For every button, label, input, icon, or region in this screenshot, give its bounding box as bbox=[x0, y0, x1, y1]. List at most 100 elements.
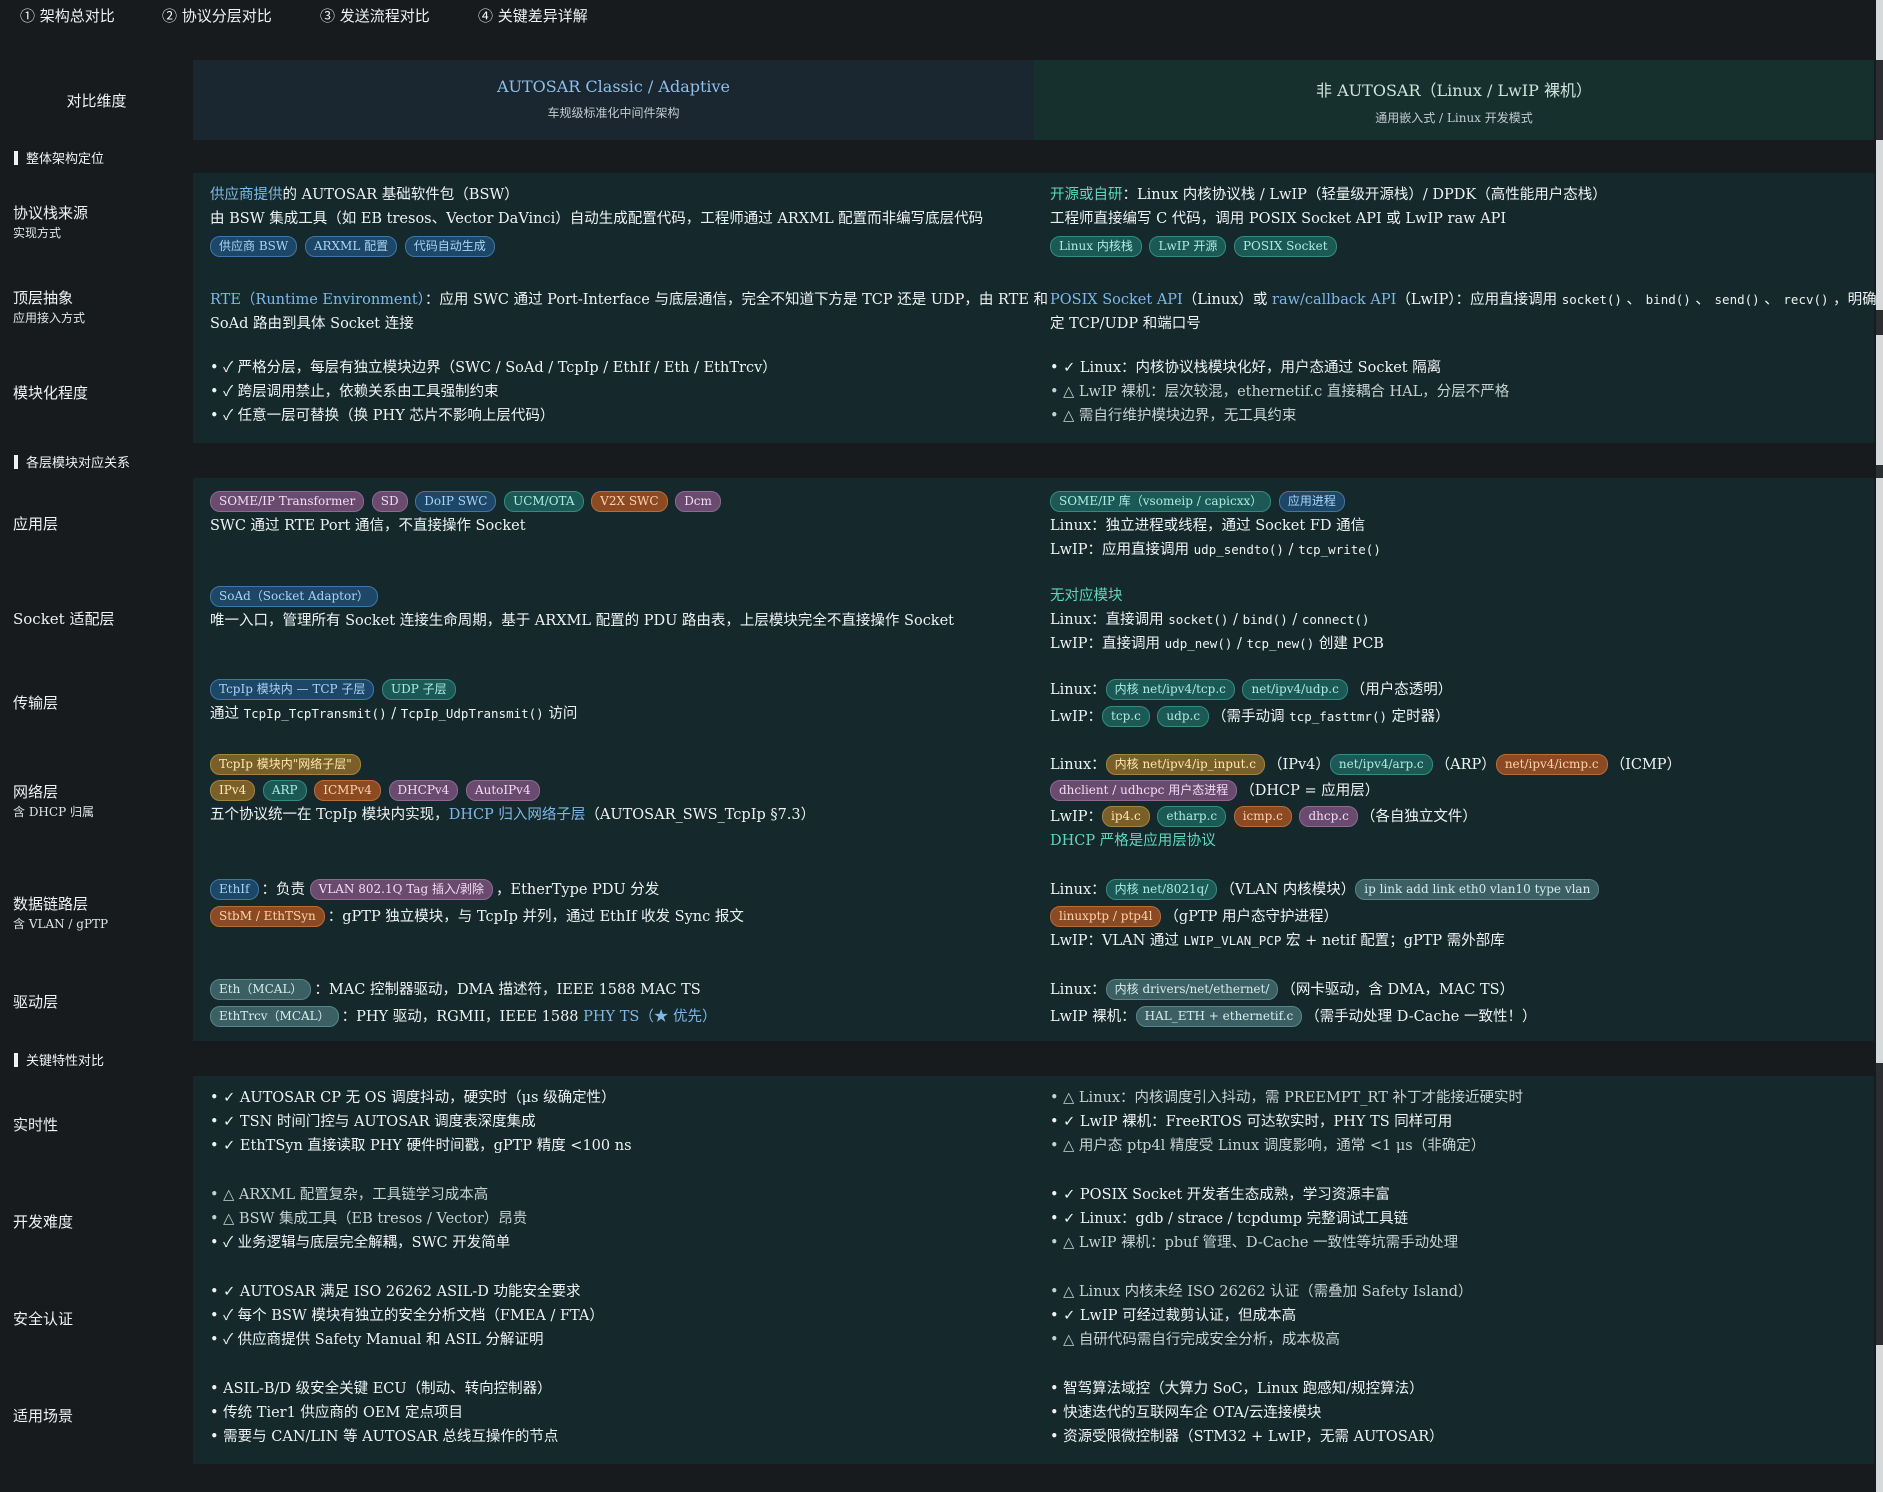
separator: 、 bbox=[1621, 292, 1646, 308]
cell-realtime-autosar: ✓ AUTOSAR CP 无 OS 调度抖动，硬实时（μs 级确定性） ✓ TS… bbox=[210, 1086, 631, 1158]
cell-text: （用户态透明） bbox=[1350, 682, 1453, 698]
row-label-abstract: 顶层抽象 应用接入方式 bbox=[13, 288, 85, 328]
tag: ARP bbox=[262, 780, 307, 801]
tag: LwIP 开源 bbox=[1149, 236, 1227, 257]
row-label-network: 网络层 含 DHCP 归属 bbox=[13, 782, 94, 822]
cell-difficulty-non-autosar: ✓ POSIX Socket 开发者生态成熟，学习资源丰富 ✓ Linux：gd… bbox=[1050, 1183, 1458, 1255]
row-label-safety: 安全认证 bbox=[13, 1309, 73, 1329]
cell-socket-non-autosar: 无对应模块 Linux：直接调用 socket() / bind() / con… bbox=[1050, 584, 1384, 656]
list-item: ✓ LwIP 可经过裁剪认证，但成本高 bbox=[1050, 1304, 1473, 1328]
tag: etharp.c bbox=[1157, 806, 1227, 827]
tag: 内核 drivers/net/ethernet/ bbox=[1105, 979, 1279, 1000]
cell-text: Linux： bbox=[1050, 682, 1106, 698]
tag: Eth（MCAL） bbox=[210, 979, 312, 1000]
cell-text: ：gPTP 独立模块，与 TcpIp 并列，通过 EthIf 收发 Sync 报… bbox=[327, 909, 744, 925]
page-scrollbar[interactable] bbox=[1876, 0, 1883, 1492]
highlight-text: raw/callback API bbox=[1272, 292, 1397, 308]
tag: ip4.c bbox=[1102, 806, 1150, 827]
tag: HAL_ETH + ethernetif.c bbox=[1135, 1006, 1303, 1027]
cell-text: 由 BSW 集成工具（如 EB tresos、Vector DaVinci）自动… bbox=[210, 211, 984, 227]
tag: TcpIp 模块内"网络子层" bbox=[210, 754, 361, 775]
cell-datalink-non-autosar: Linux： 内核 net/8021q/（VLAN 内核模块） ip link ad… bbox=[1050, 878, 1602, 953]
cell-text: （ARP） bbox=[1435, 757, 1496, 773]
row-label-text: Socket 适配层 bbox=[13, 610, 115, 628]
list-item: ✓ AUTOSAR 满足 ISO 26262 ASIL-D 功能安全要求 bbox=[210, 1280, 604, 1304]
tag: TcpIp 模块内 — TCP 子层 bbox=[210, 679, 375, 700]
cell-text: ，EtherType PDU 分发 bbox=[496, 882, 660, 898]
non-autosar-subtitle: 通用嵌入式 / Linux 开发模式 bbox=[1375, 111, 1533, 125]
cell-text: LwIP：应用直接调用 bbox=[1050, 542, 1194, 558]
tag: 内核 net/8021q/ bbox=[1105, 879, 1218, 900]
row-label-realtime: 实时性 bbox=[13, 1115, 58, 1135]
cell-text: SWC 通过 RTE Port 通信，不直接操作 Socket bbox=[210, 518, 526, 534]
separator: 、 bbox=[1759, 292, 1784, 308]
code-text: tcp_new() bbox=[1246, 636, 1315, 651]
tag: IPv4 bbox=[210, 780, 256, 801]
cell-text: （gPTP 用户态守护进程） bbox=[1164, 909, 1338, 925]
tab-protocol-layers[interactable]: ② 协议分层对比 bbox=[162, 5, 272, 26]
separator: / bbox=[386, 706, 401, 722]
scrollbar-thumb[interactable] bbox=[1876, 478, 1883, 1063]
cell-modular-non-autosar: ✓ Linux：内核协议栈模块化好，用户态通过 Socket 隔离 △ LwIP… bbox=[1050, 356, 1509, 428]
tab-key-differences[interactable]: ④ 关键差异详解 bbox=[478, 5, 588, 26]
cell-abstract-non-autosar: POSIX Socket API（Linux）或 raw/callback AP… bbox=[1050, 288, 1883, 336]
cell-text: Linux： bbox=[1050, 882, 1106, 898]
scrollbar-thumb[interactable] bbox=[1876, 335, 1883, 465]
tab-architecture[interactable]: ① 架构总对比 bbox=[20, 5, 115, 26]
tag: icmp.c bbox=[1233, 806, 1292, 827]
code-text: LWIP_VLAN_PCP bbox=[1183, 933, 1282, 948]
list-item: ✓ 业务逻辑与底层完全解耦，SWC 开发简单 bbox=[210, 1231, 527, 1255]
cell-text: （网卡驱动，含 DMA，MAC TS） bbox=[1281, 982, 1515, 998]
cell-safety-non-autosar: △ Linux 内核未经 ISO 26262 认证（需叠加 Safety Isl… bbox=[1050, 1280, 1473, 1352]
code-text: bind() bbox=[1242, 612, 1288, 627]
column-header-autosar: AUTOSAR Classic / Adaptive 车规级标准化中间件架构 bbox=[193, 60, 1034, 140]
row-label-datalink: 数据链路层 含 VLAN / gPTP bbox=[13, 894, 108, 934]
list-item: △ 用户态 ptp4l 精度受 Linux 调度影响，通常 <1 μs（非确定） bbox=[1050, 1134, 1523, 1158]
cell-socket-autosar: SoAd（Socket Adaptor） 唯一入口，管理所有 Socket 连接… bbox=[210, 585, 954, 633]
cell-network-autosar: TcpIp 模块内"网络子层" IPv4 ARP ICMPv4 DHCPv4 A… bbox=[210, 753, 815, 827]
highlight-text: 无对应模块 bbox=[1050, 588, 1123, 604]
cell-text: ：MAC 控制器驱动，DMA 描述符，IEEE 1588 MAC TS bbox=[314, 982, 701, 998]
tag: net/ipv4/udp.c bbox=[1242, 679, 1348, 700]
scrollbar-thumb[interactable] bbox=[1876, 1345, 1883, 1492]
list-item: ✓ 严格分层，每层有独立模块边界（SWC / SoAd / TcpIp / Et… bbox=[210, 356, 777, 380]
cell-text: 的 AUTOSAR 基础软件包（BSW） bbox=[282, 187, 519, 203]
highlight-text: RTE（Runtime Environment） bbox=[210, 292, 425, 308]
scrollbar-thumb-top[interactable] bbox=[1876, 0, 1883, 60]
code-text: udp_new() bbox=[1164, 636, 1233, 651]
cell-difficulty-autosar: △ ARXML 配置复杂，工具链学习成本高 △ BSW 集成工具（EB tres… bbox=[210, 1183, 527, 1255]
tab-send-flow[interactable]: ③ 发送流程对比 bbox=[320, 5, 430, 26]
highlight-text: PHY TS（★ 优先） bbox=[583, 1009, 717, 1025]
cell-text: ：应用 SWC 通过 Port-Interface 与底层通信，完全不知道下方是… bbox=[424, 292, 1049, 308]
cell-transport-autosar: TcpIp 模块内 — TCP 子层 UDP 子层 通过 TcpIp_TcpTr… bbox=[210, 678, 577, 726]
separator: / bbox=[1287, 612, 1302, 628]
row-label-text: 驱动层 bbox=[13, 993, 59, 1011]
row-label-text: 实时性 bbox=[13, 1116, 59, 1134]
tag: 内核 net/ipv4/ip_input.c bbox=[1105, 754, 1265, 775]
list-item: ✓ Linux：gdb / strace / tcpdump 完整调试工具链 bbox=[1050, 1207, 1458, 1231]
list-item: 传统 Tier1 供应商的 OEM 定点项目 bbox=[210, 1401, 558, 1425]
cell-stack-non-autosar: 开源或自研：Linux 内核协议栈 / LwIP（轻量级开源栈）/ DPDK（高… bbox=[1050, 183, 1607, 259]
tag: AutoIPv4 bbox=[465, 780, 540, 801]
row-sublabel-text: 实现方式 bbox=[13, 226, 62, 240]
non-autosar-title: 非 AUTOSAR（Linux / LwIP 裸机） bbox=[1316, 81, 1592, 100]
cell-realtime-non-autosar: △ Linux：内核调度引入抖动，需 PREEMPT_RT 补丁才能接近硬实时 … bbox=[1050, 1086, 1523, 1158]
list-item: ✓ 供应商提供 Safety Manual 和 ASIL 分解证明 bbox=[210, 1328, 604, 1352]
tag: tcp.c bbox=[1102, 706, 1150, 727]
cell-scenario-autosar: ASIL-B/D 级安全关键 ECU（制动、转向控制器） 传统 Tier1 供应… bbox=[210, 1377, 558, 1449]
highlight-text: 供应商提供 bbox=[210, 187, 283, 203]
cell-stack-autosar: 供应商提供的 AUTOSAR 基础软件包（BSW） 由 BSW 集成工具（如 E… bbox=[210, 183, 983, 259]
cell-text: 宏 + netif 配置；gPTP 需外部库 bbox=[1281, 933, 1505, 949]
cell-text: （DHCP = 应用层） bbox=[1240, 783, 1380, 799]
list-item: 需要与 CAN/LIN 等 AUTOSAR 总线互操作的节点 bbox=[210, 1425, 558, 1449]
scrollbar-thumb[interactable] bbox=[1876, 140, 1883, 310]
tag: StbM / EthTSyn bbox=[210, 906, 325, 927]
code-text: TcpIp_TcpTransmit() bbox=[243, 706, 387, 721]
cell-text: 定 TCP/UDP 和端口号 bbox=[1050, 316, 1201, 332]
tag: 内核 net/ipv4/tcp.c bbox=[1105, 679, 1235, 700]
list-item: 快速迭代的互联网车企 OTA/云连接模块 bbox=[1050, 1401, 1444, 1425]
row-label-text: 协议栈来源 bbox=[13, 204, 89, 222]
row-label-socket: Socket 适配层 bbox=[13, 609, 114, 629]
cell-text: （AUTOSAR_SWS_TcpIp §7.3） bbox=[585, 807, 816, 823]
row-label-text: 安全认证 bbox=[13, 1310, 74, 1328]
